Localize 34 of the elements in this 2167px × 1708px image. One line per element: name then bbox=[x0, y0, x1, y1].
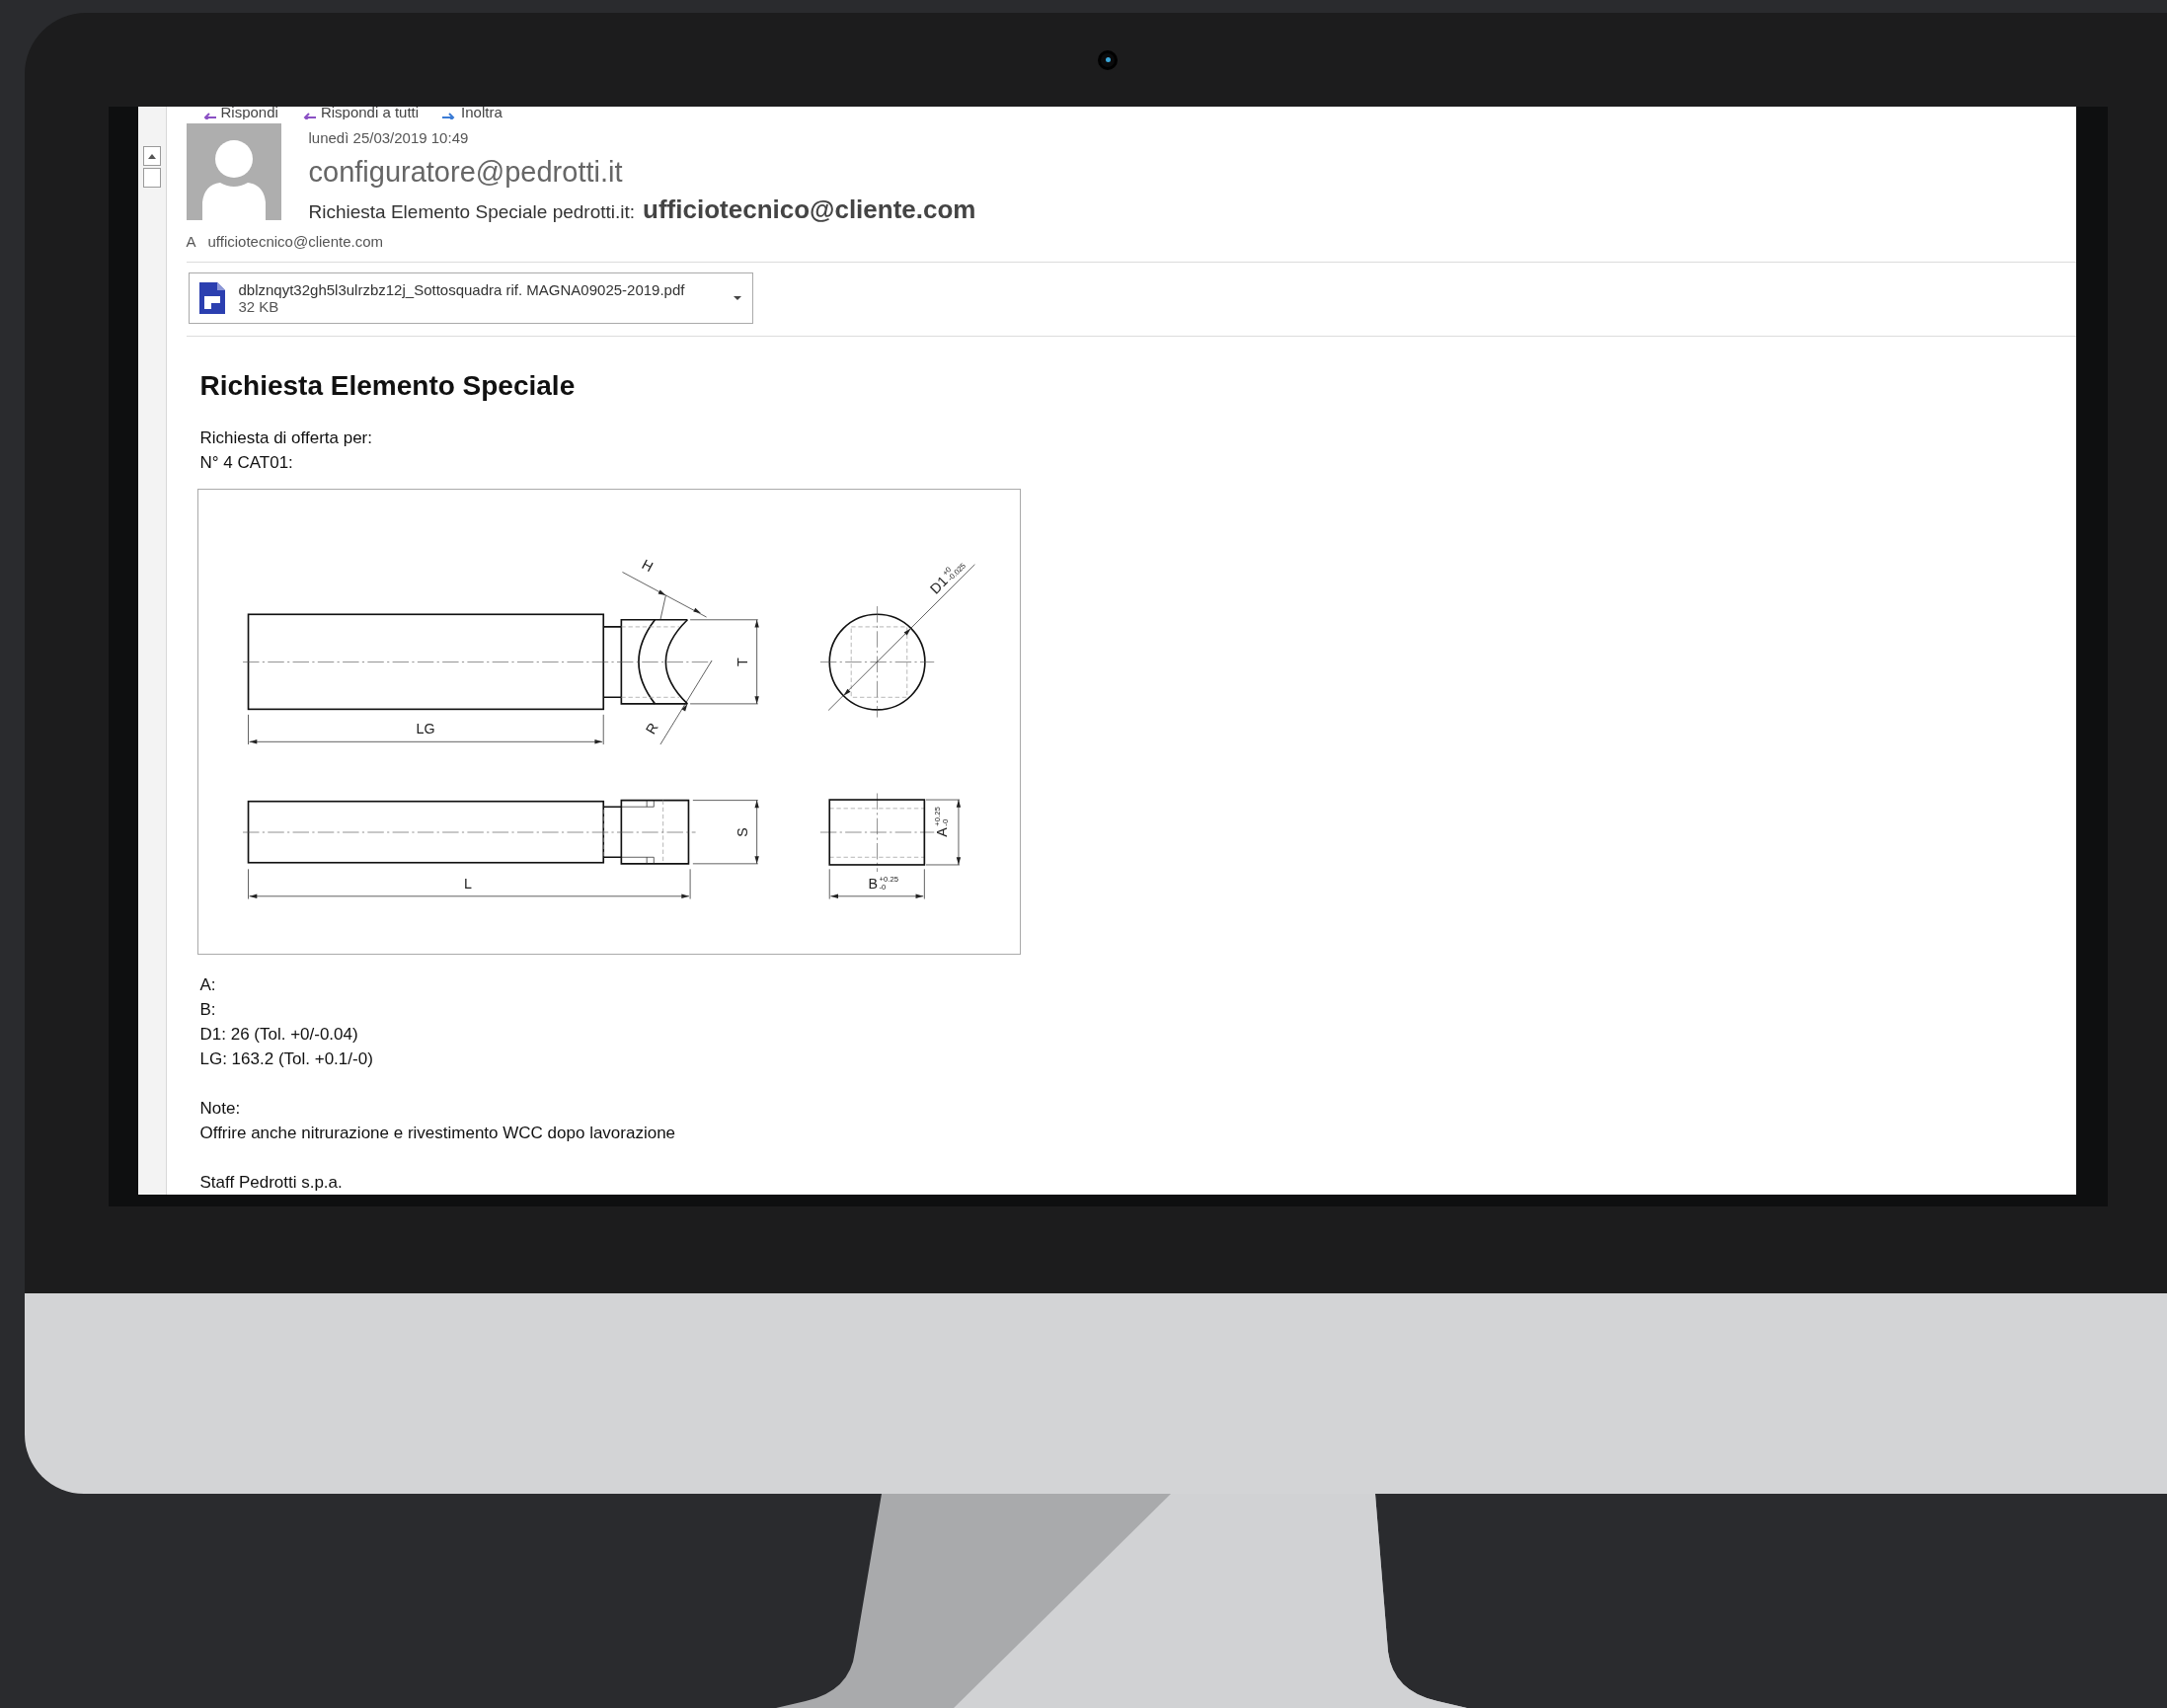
dimension-label: S bbox=[734, 827, 750, 837]
body-title: Richiesta Elemento Speciale bbox=[199, 370, 577, 402]
dimension-label: A bbox=[933, 827, 950, 837]
dimension-value: A: bbox=[199, 974, 217, 996]
dimension-label: L bbox=[463, 875, 472, 892]
dimension-value: D1: 26 (Tol. +0/-0.04) bbox=[199, 1024, 359, 1046]
dimension-value: LG: 163.2 (Tol. +0.1/-0) bbox=[199, 1048, 374, 1070]
scroll-thumb[interactable] bbox=[142, 168, 161, 188]
dimension-label: B bbox=[867, 875, 878, 892]
subject-address: ufficiotecnico@cliente.com bbox=[643, 194, 976, 226]
dimension-label: LG bbox=[416, 721, 435, 738]
recipient-label: A bbox=[186, 233, 196, 251]
sender-address: configuratore@pedrotti.it bbox=[308, 156, 624, 190]
pdf-file-icon bbox=[198, 282, 225, 315]
recipient-address: ufficiotecnico@cliente.com bbox=[207, 233, 384, 251]
attachment-item[interactable]: dblznqyt32gh5l3ulrzbz12j_Sottosquadra rif. MAGNA09025-2019.pdf 32 KB bbox=[188, 272, 753, 325]
camera-icon bbox=[1098, 49, 1118, 70]
caret-icon[interactable] bbox=[732, 295, 742, 302]
dimension-label: H bbox=[639, 556, 656, 576]
attachment-size: 32 KB bbox=[238, 298, 280, 316]
dimension-value: B: bbox=[199, 999, 217, 1021]
message-subject: Richiesta Elemento Speciale pedrotti.it: bbox=[308, 201, 636, 224]
note-label: Note: bbox=[199, 1098, 242, 1120]
message-date: lunedì 25/03/2019 10:49 bbox=[308, 129, 470, 147]
body-text: N° 4 CAT01: bbox=[199, 452, 294, 474]
body-text: Richiesta di offerta per: bbox=[199, 427, 373, 449]
signature-text: Staff Pedrotti s.p.a. bbox=[199, 1172, 344, 1194]
note-text: Offrire anche nitrurazione e rivestimento WCC dopo lavorazione bbox=[199, 1123, 677, 1144]
up-arrow-icon bbox=[147, 153, 156, 159]
dimension-label: R bbox=[642, 720, 661, 738]
scroll-up-button[interactable] bbox=[142, 146, 161, 166]
attachment-name: dblznqyt32gh5l3ulrzbz12j_Sottosquadra rif. MAGNA09025-2019.pdf bbox=[238, 281, 686, 299]
dimension-label: T bbox=[734, 658, 750, 666]
toolbar-button[interactable]: Inoltra bbox=[440, 107, 503, 120]
